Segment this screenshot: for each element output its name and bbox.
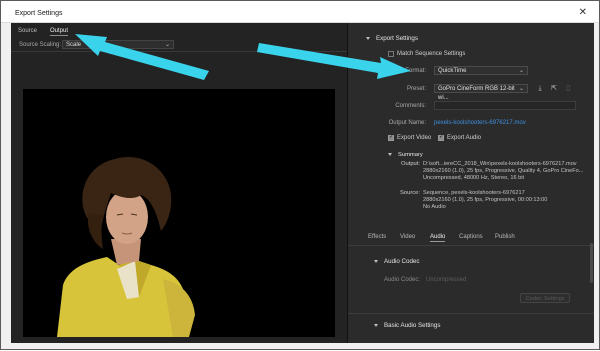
audio-codec-label: Audio Codec: bbox=[383, 277, 420, 283]
summary-output-line: 2880x2160 (1.0), 25 fps, Progressive, Qu… bbox=[423, 168, 584, 174]
summary-output-label: Output: bbox=[400, 161, 420, 167]
match-sequence-checkbox[interactable] bbox=[388, 51, 394, 57]
tab-captions[interactable]: Captions bbox=[459, 234, 483, 240]
divider bbox=[348, 245, 594, 246]
close-icon[interactable]: ✕ bbox=[579, 8, 587, 18]
summary-title: Summary bbox=[398, 152, 423, 158]
format-dropdown[interactable]: QuickTime ⌄ bbox=[434, 66, 528, 75]
source-scaling-label: Source Scaling: bbox=[19, 42, 62, 48]
summary-output-line: D:\soft...iereCC_2018_Win\pexels-koolsho… bbox=[423, 161, 577, 167]
export-audio-label: Export Audio bbox=[447, 135, 482, 141]
preset-label: Preset: bbox=[406, 86, 426, 92]
collapse-caret-icon bbox=[388, 152, 392, 156]
source-scaling-dropdown[interactable]: Scale ⌄ bbox=[62, 40, 174, 49]
tab-effects[interactable]: Effects bbox=[368, 234, 386, 240]
collapse-caret-icon bbox=[366, 36, 370, 40]
export-settings-header[interactable]: Export Settings bbox=[366, 35, 418, 42]
tab-source[interactable]: Source bbox=[18, 28, 37, 34]
preview-frame-image bbox=[57, 157, 195, 337]
chevron-down-icon: ⌄ bbox=[518, 86, 524, 92]
basic-audio-settings-header[interactable]: Basic Audio Settings bbox=[374, 322, 440, 329]
import-preset-icon[interactable]: ⇱ bbox=[550, 84, 558, 92]
format-value: QuickTime bbox=[438, 68, 467, 74]
summary-output-line: Uncompressed, 48000 Hz, Stereo, 16 bit bbox=[423, 175, 525, 181]
summary-source-label: Source: bbox=[400, 190, 420, 196]
codec-settings-button[interactable]: Codec Settings bbox=[520, 293, 570, 303]
comments-label: Comments: bbox=[395, 103, 426, 109]
export-settings-title: Export Settings bbox=[376, 35, 418, 42]
audio-codec-value[interactable]: Uncompressed bbox=[426, 277, 466, 283]
preview-panel: Source Output Source Scaling: Scale ⌄ bbox=[11, 23, 348, 343]
tab-publish[interactable]: Publish bbox=[495, 234, 515, 240]
tab-audio[interactable]: Audio bbox=[430, 234, 446, 242]
format-label: Format: bbox=[405, 68, 426, 74]
export-video-checkbox[interactable] bbox=[388, 133, 394, 141]
save-preset-download-icon[interactable]: ⤓ bbox=[536, 84, 544, 92]
chevron-down-icon: ⌄ bbox=[164, 42, 170, 48]
tab-output[interactable]: Output bbox=[50, 28, 69, 36]
audio-codec-title: Audio Codec bbox=[384, 258, 420, 265]
summary-source-line: 2880x2160 (1.0), 25 fps, Progressive, 00… bbox=[423, 197, 548, 203]
dialog-content: Source Output Source Scaling: Scale ⌄ Ex… bbox=[11, 23, 594, 343]
export-audio-checkbox[interactable] bbox=[438, 133, 444, 141]
export-video-label: Export Video bbox=[397, 135, 432, 141]
match-sequence-label: Match Sequence Settings bbox=[397, 51, 466, 57]
output-name-link[interactable]: pexels-koolshooters-6976217.mov bbox=[434, 120, 526, 126]
video-preview bbox=[23, 89, 335, 337]
window-title: Export Settings bbox=[15, 10, 63, 17]
delete-preset-trash-icon[interactable]: ▯ bbox=[564, 84, 572, 92]
chevron-down-icon: ⌄ bbox=[518, 68, 524, 74]
summary-header[interactable]: Summary bbox=[388, 152, 423, 158]
divider bbox=[11, 51, 347, 52]
settings-panel: Export Settings Match Sequence Settings … bbox=[348, 23, 594, 343]
export-settings-window: Export Settings ✕ Source Output Source S… bbox=[0, 0, 600, 350]
preset-dropdown[interactable]: GoPro CineForm RGB 12-bit wi... ⌄ bbox=[434, 84, 528, 101]
preset-value: GoPro CineForm RGB 12-bit wi... bbox=[438, 86, 515, 101]
audio-codec-header[interactable]: Audio Codec bbox=[374, 258, 419, 265]
title-bar: Export Settings ✕ bbox=[1, 1, 599, 23]
summary-source-line: No Audio bbox=[423, 204, 446, 210]
source-scaling-value: Scale bbox=[66, 42, 82, 48]
divider bbox=[348, 313, 594, 314]
basic-audio-settings-title: Basic Audio Settings bbox=[384, 322, 441, 329]
output-name-label: Output Name: bbox=[388, 120, 426, 126]
comments-field[interactable] bbox=[434, 101, 576, 110]
collapse-caret-icon bbox=[374, 323, 378, 327]
settings-scrollbar[interactable] bbox=[590, 243, 593, 283]
summary-output-value: D:\soft...iereCC_2018_Win\pexels-koolsho… bbox=[423, 161, 591, 182]
collapse-caret-icon bbox=[374, 259, 378, 263]
summary-source-line: Sequence, pexels-koolshooters-6976217 bbox=[423, 190, 525, 196]
summary-source-value: Sequence, pexels-koolshooters-6976217 28… bbox=[423, 190, 591, 211]
tab-video[interactable]: Video bbox=[400, 234, 415, 240]
